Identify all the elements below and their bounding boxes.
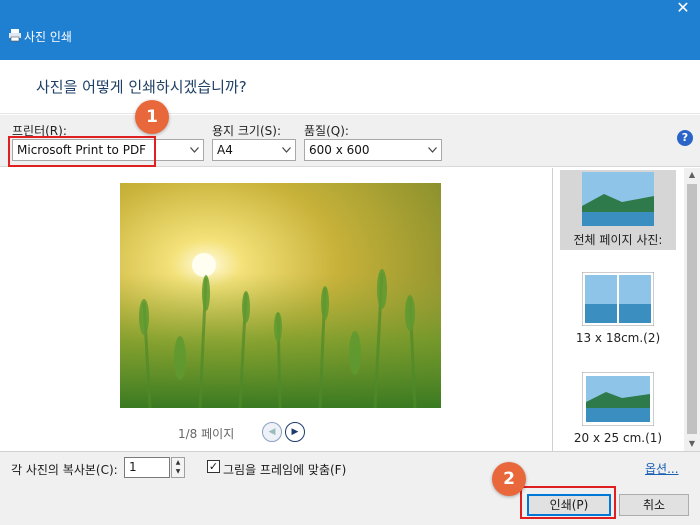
layout-label: 13 x 18cm.(2) — [575, 331, 661, 345]
paper-size-select[interactable]: A4 — [212, 139, 296, 161]
layout-scrollbar[interactable]: ▲ ▼ — [684, 168, 700, 451]
paper-size-label: 용지 크기(S): — [212, 124, 281, 138]
page-indicator: 1/8 페이지 — [178, 427, 235, 441]
printer-icon — [9, 29, 21, 42]
cancel-button[interactable]: 취소 — [619, 494, 689, 516]
fit-picture-label: 그림을 프레임에 맞춤(F) — [223, 463, 347, 477]
dialog-header: 사진을 어떻게 인쇄하시겠습니까? — [0, 60, 700, 114]
scroll-down-arrow-icon[interactable]: ▼ — [684, 437, 700, 451]
layout-item-full-page[interactable]: 전체 페이지 사진: — [560, 170, 676, 250]
preview-pane: 1/8 페이지 ◀ ▶ — [0, 168, 553, 451]
options-link[interactable]: 옵션... — [645, 460, 679, 477]
paper-size-select-value: A4 — [217, 143, 233, 157]
chevron-down-icon — [428, 147, 437, 153]
chevron-down-icon — [282, 147, 291, 153]
printer-highlight-box — [8, 136, 156, 167]
page-title: 사진을 어떻게 인쇄하시겠습니까? — [36, 78, 247, 96]
scroll-up-arrow-icon[interactable]: ▲ — [684, 168, 700, 182]
layout-thumbnail — [581, 271, 655, 327]
fit-picture-checkbox[interactable]: ✓ — [207, 460, 220, 473]
chevron-down-icon — [190, 147, 199, 153]
print-highlight-box — [520, 486, 616, 519]
layout-item-13x18[interactable]: 13 x 18cm.(2) — [560, 270, 676, 350]
copies-stepper[interactable]: ▲ ▼ — [171, 457, 185, 478]
previous-page-button[interactable]: ◀ — [262, 422, 282, 442]
copies-input[interactable]: 1 — [124, 457, 170, 478]
layout-label: 전체 페이지 사진: — [573, 233, 663, 247]
scroll-thumb[interactable] — [687, 184, 697, 434]
title-bar: 사진 인쇄 ✕ — [0, 0, 700, 60]
wheat-field-image — [120, 183, 441, 408]
quality-select[interactable]: 600 x 600 — [304, 139, 442, 161]
layout-item-20x25[interactable]: 20 x 25 cm.(1) — [560, 370, 676, 450]
layout-thumbnail — [581, 371, 655, 427]
layout-label: 20 x 25 cm.(1) — [573, 431, 663, 445]
layout-list: 전체 페이지 사진: 13 x 18cm.(2) 20 x 25 cm.(1) — [554, 168, 684, 451]
next-page-button[interactable]: ▶ — [285, 422, 305, 442]
quality-label: 품질(Q): — [304, 124, 349, 138]
close-button[interactable]: ✕ — [666, 0, 700, 20]
quality-select-value: 600 x 600 — [309, 143, 370, 157]
window-title: 사진 인쇄 — [24, 30, 72, 44]
help-icon[interactable]: ? — [677, 130, 693, 146]
photo-preview — [120, 183, 441, 408]
step-badge-2: 2 — [492, 462, 526, 496]
step-badge-1: 1 — [135, 100, 169, 134]
copies-label: 각 사진의 복사본(C): — [11, 463, 118, 477]
layout-thumbnail — [582, 172, 654, 226]
